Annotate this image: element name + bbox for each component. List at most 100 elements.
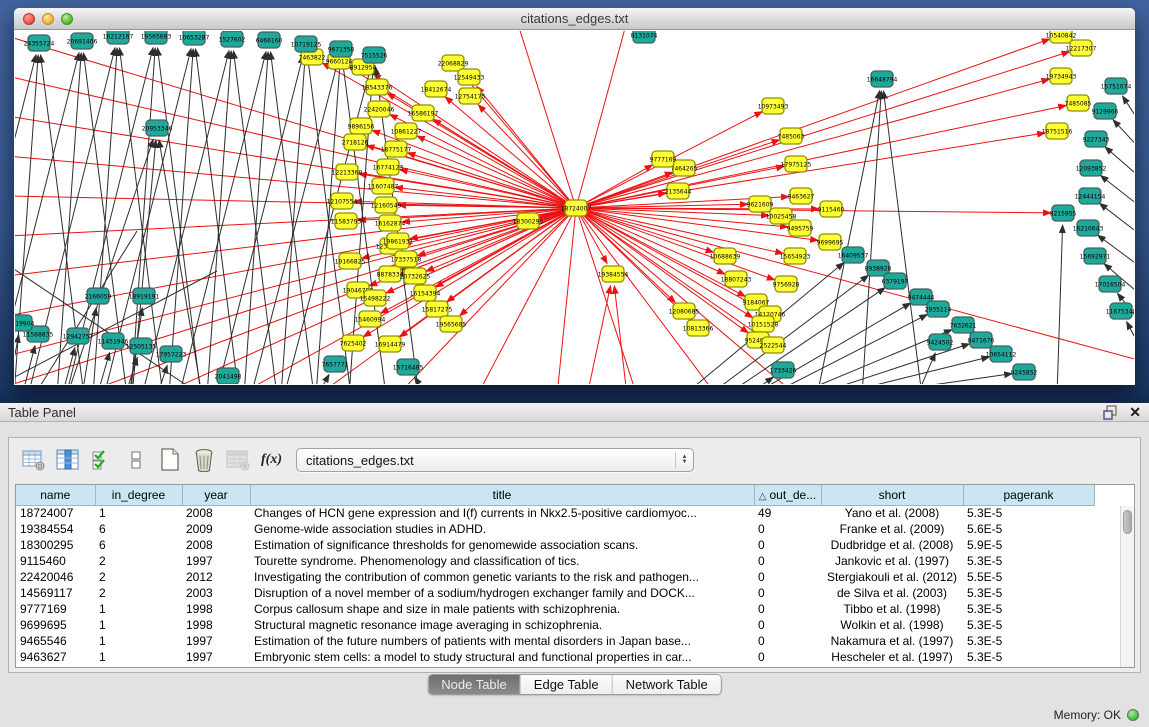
graph-edge[interactable] <box>15 156 576 208</box>
graph-edge[interactable] <box>407 153 576 208</box>
graph-node[interactable]: 20953346 <box>142 120 173 136</box>
graph-node[interactable]: 8215955 <box>1050 205 1077 221</box>
column-header-year[interactable]: year <box>182 485 250 505</box>
graph-node[interactable]: 18807243 <box>721 271 752 287</box>
table-cell[interactable]: 1997 <box>182 553 250 569</box>
graph-node[interactable]: 8471676 <box>968 332 995 348</box>
table-cell[interactable]: 22420046 <box>16 569 95 585</box>
table-cell[interactable]: 1 <box>95 633 182 649</box>
graph-node[interactable]: 9129966 <box>1092 103 1119 119</box>
graph-node[interactable]: 18919191 <box>129 288 160 304</box>
table-cell[interactable]: 5.9E-5 <box>963 537 1094 553</box>
graph-node[interactable]: 7657771 <box>322 356 349 372</box>
graph-node[interactable]: 9245852 <box>1011 364 1038 380</box>
row-selection-button[interactable] <box>121 445 151 475</box>
graph-node[interactable]: 12093852 <box>1076 160 1107 176</box>
tab-edge-table[interactable]: Edge Table <box>521 675 613 694</box>
function-builder-button[interactable]: f(x) <box>261 452 282 468</box>
table-scrollbar[interactable] <box>1120 506 1134 667</box>
table-row[interactable]: 946554611997Estimation of the future num… <box>16 633 1094 649</box>
table-cell[interactable]: Jankovic et al. (1997) <box>821 553 963 569</box>
table-cell[interactable]: Franke et al. (2009) <box>821 521 963 537</box>
graph-edge[interactable] <box>1100 203 1134 236</box>
graph-node[interactable]: 19861931 <box>383 233 414 249</box>
graph-node[interactable]: 16774123 <box>373 159 404 175</box>
table-cell[interactable]: 5.5E-5 <box>963 569 1094 585</box>
table-cell[interactable]: 5.3E-5 <box>963 601 1094 617</box>
graph-node[interactable]: 20691406 <box>67 33 98 49</box>
table-cell[interactable]: 6 <box>95 521 182 537</box>
graph-node[interactable]: 11675340 <box>1106 303 1134 319</box>
graph-node[interactable]: 12754175 <box>455 88 486 104</box>
network-window[interactable]: citations_edges.txt 18724007746382296601… <box>14 8 1135 385</box>
graph-node[interactable]: 16586197 <box>408 105 439 121</box>
graph-node[interactable]: 24355724 <box>24 35 55 51</box>
column-header-name[interactable]: name <box>16 485 95 505</box>
graph-node[interactable]: 16154394 <box>410 285 441 301</box>
table-cell[interactable]: Corpus callosum shape and size in male p… <box>250 601 754 617</box>
table-cell[interactable]: 1997 <box>182 649 250 665</box>
graph-edge[interactable] <box>15 208 576 276</box>
graph-edge[interactable] <box>576 31 627 208</box>
table-cell[interactable]: 19384554 <box>16 521 95 537</box>
graph-node[interactable]: 18724007 <box>561 200 592 216</box>
graph-node[interactable]: 19565683 <box>141 31 172 44</box>
graph-node[interactable]: 10654112 <box>986 346 1017 362</box>
graph-edge[interactable] <box>157 365 167 384</box>
graph-node[interactable]: 12080685 <box>669 303 700 319</box>
table-cell[interactable]: 0 <box>754 617 821 633</box>
table-cell[interactable]: 2 <box>95 585 182 601</box>
table-cell[interactable]: Embryonic stem cells: a model to study s… <box>250 649 754 665</box>
graph-node[interactable]: 2935114 <box>925 301 952 317</box>
graph-edge[interactable] <box>1057 225 1063 384</box>
graph-node[interactable]: 17975125 <box>781 156 812 172</box>
network-window-titlebar[interactable]: citations_edges.txt <box>14 8 1135 30</box>
table-cell[interactable]: Estimation of the future numbers of pati… <box>250 633 754 649</box>
graph-edge[interactable] <box>317 374 329 384</box>
graph-node[interactable]: 2522544 <box>760 337 787 353</box>
graph-node[interactable]: 18412674 <box>421 81 452 97</box>
graph-node[interactable]: 10719125 <box>291 36 322 52</box>
float-panel-icon[interactable] <box>1103 405 1119 420</box>
column-header-short[interactable]: short <box>821 485 963 505</box>
table-cell[interactable]: de Silva et al. (2003) <box>821 585 963 601</box>
graph-node[interactable]: 12107554 <box>327 193 358 209</box>
tab-network-table[interactable]: Network Table <box>613 675 721 694</box>
table-cell[interactable]: Hescheler et al. (1997) <box>821 649 963 665</box>
graph-node[interactable]: 12942757 <box>63 328 94 344</box>
table-cell[interactable]: 18724007 <box>16 505 95 521</box>
graph-node[interactable]: 15716485 <box>393 359 424 375</box>
graph-node[interactable]: 10151528 <box>748 316 779 332</box>
close-panel-icon[interactable]: ✕ <box>1129 404 1141 421</box>
table-row[interactable]: 1872400712008Changes of HCN gene express… <box>16 505 1094 521</box>
table-cell[interactable]: Disruption of a novel member of a sodium… <box>250 585 754 601</box>
graph-node[interactable]: 15751074 <box>1101 78 1132 94</box>
graph-node[interactable]: 19166825 <box>335 253 366 269</box>
table-scrollbar-thumb[interactable] <box>1123 510 1132 534</box>
table-cell[interactable]: 1998 <box>182 601 250 617</box>
graph-node[interactable]: 19384554 <box>598 266 629 282</box>
table-cell[interactable]: 0 <box>754 521 821 537</box>
graph-node[interactable]: 11607487 <box>368 178 399 194</box>
table-row[interactable]: 969969511998Structural magnetic resonanc… <box>16 617 1094 633</box>
graph-node[interactable]: 2135644 <box>665 183 692 199</box>
graph-node[interactable]: 12505135 <box>126 338 157 354</box>
table-cell[interactable]: 6 <box>95 537 182 553</box>
table-cell[interactable]: 18300295 <box>16 537 95 553</box>
graph-edge[interactable] <box>884 91 922 384</box>
table-cell[interactable]: 0 <box>754 537 821 553</box>
table-row[interactable]: 1830029562008Estimation of significance … <box>16 537 1094 553</box>
column-header-in-degree[interactable]: in_degree <box>95 485 182 505</box>
graph-node[interactable]: 9621609 <box>747 196 774 212</box>
table-cell[interactable]: Nakamura et al. (1997) <box>821 633 963 649</box>
graph-edge[interactable] <box>576 52 1070 208</box>
graph-edge[interactable] <box>854 374 1012 384</box>
table-selector-dropdown[interactable]: citations_edges.txt ▲▼ <box>296 448 694 472</box>
table-cell[interactable]: 1998 <box>182 617 250 633</box>
tab-node-table[interactable]: Node Table <box>428 675 521 694</box>
table-cell[interactable]: Investigating the contribution of common… <box>250 569 754 585</box>
graph-edge[interactable] <box>1100 175 1134 208</box>
table-cell[interactable]: 2 <box>95 553 182 569</box>
select-all-button[interactable] <box>87 445 117 475</box>
table-row[interactable]: 977716911998Corpus callosum shape and si… <box>16 601 1094 617</box>
